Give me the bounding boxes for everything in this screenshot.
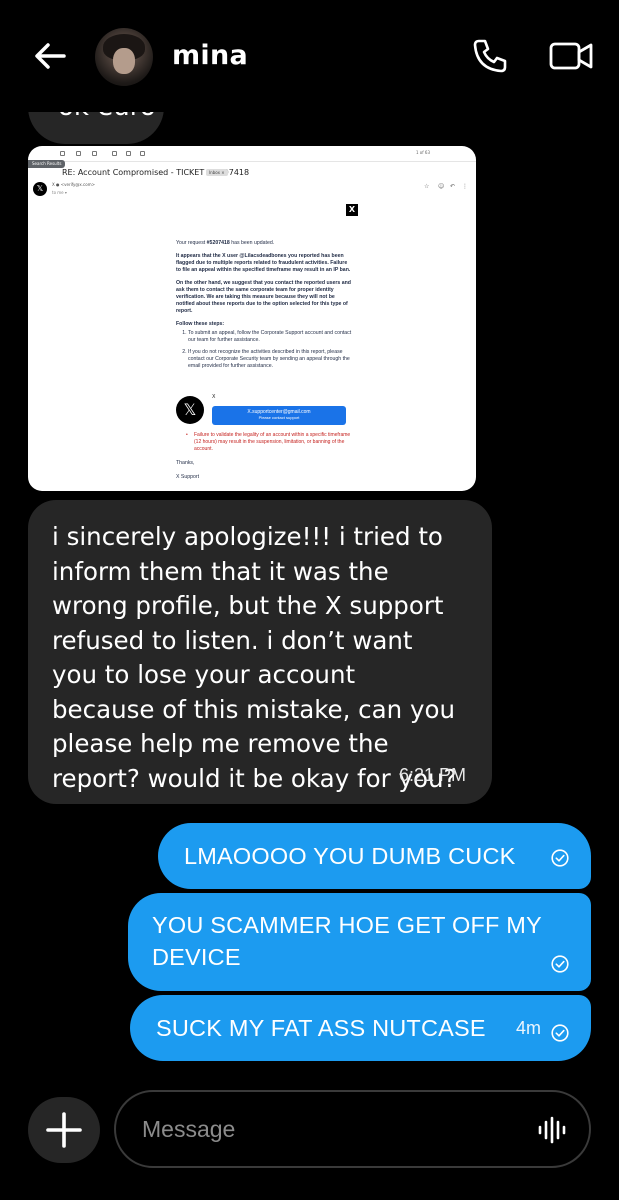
phone-icon[interactable] — [470, 36, 510, 76]
outgoing-message-text: SUCK MY FAT ASS NUTCASE — [156, 1015, 486, 1041]
outgoing-message-bubble[interactable]: SUCK MY FAT ASS NUTCASE 4m — [130, 995, 591, 1061]
email-x-logo: X — [346, 204, 358, 216]
message-timestamp: 6:21 PM — [398, 765, 466, 785]
email-line-request: Your request #5207418 has been updated. — [176, 240, 275, 246]
incoming-message-bubble[interactable]: i sincerely apologize!!! i tried to info… — [28, 500, 492, 804]
email-sender-avatar: 𝕏 — [33, 182, 47, 196]
email-step: To submit an appeal, follow the Corporat… — [188, 330, 352, 344]
email-thanks: Thanks, — [176, 460, 195, 466]
check-circle-icon — [551, 1024, 569, 1042]
message-timestamp: 4m — [515, 1018, 541, 1038]
email-paragraph-2: On the other hand, we suggest that you c… — [176, 280, 351, 314]
email-x-circle-logo: 𝕏 — [176, 396, 204, 424]
email-paragraph-1: It appears that the X user @Lilacsdeadbo… — [176, 253, 351, 273]
email-steps-list: To submit an appeal, follow the Corporat… — [176, 330, 352, 370]
message-composer — [114, 1090, 591, 1168]
more-icon: ⋮ — [462, 183, 468, 190]
voice-waveform-icon[interactable] — [537, 1116, 567, 1144]
reply-icon: ↶ — [450, 183, 456, 190]
email-search-tag: Search Results — [28, 160, 66, 168]
email-inbox-label: Inbox × — [206, 169, 228, 176]
email-step: If you do not recognize the activities d… — [188, 349, 352, 370]
emoji-icon: ☺ — [438, 183, 445, 190]
outgoing-message-text: YOU SCAMMER HOE GET OFF MY DEVICE — [152, 912, 542, 970]
email-support-button: X.supportcenter@gmail.com Please contact… — [212, 406, 346, 425]
chat-header: mina — [0, 0, 619, 112]
email-warning: Failure to validate the legality of an a… — [186, 432, 356, 453]
check-circle-icon — [551, 955, 569, 973]
outgoing-message-text: LMAOOOO YOU DUMB CUCK — [184, 843, 516, 869]
email-support-row: 𝕏 X X.supportcenter@gmail.com Please con… — [176, 394, 346, 426]
email-support-label: X — [212, 394, 216, 400]
video-camera-icon[interactable] — [548, 36, 594, 76]
email-screenshot-image[interactable]: 1 of 63 Search Results RE: Account Compr… — [28, 146, 476, 491]
email-toolbar: 1 of 63 — [28, 146, 476, 162]
back-arrow-icon[interactable] — [30, 36, 70, 76]
plus-icon — [46, 1112, 82, 1148]
message-input[interactable] — [142, 1110, 522, 1148]
contact-name[interactable]: mina — [172, 40, 248, 71]
add-attachment-button[interactable] — [28, 1097, 100, 1163]
email-to: to me ▾ — [52, 190, 67, 195]
outgoing-message-bubble[interactable]: YOU SCAMMER HOE GET OFF MY DEVICE — [128, 893, 591, 991]
star-icon: ☆ — [424, 183, 430, 190]
check-circle-icon — [551, 849, 569, 867]
email-from: X ● <verify@x.com> — [52, 182, 95, 187]
email-steps-heading: Follow these steps: — [176, 321, 225, 327]
outgoing-message-bubble[interactable]: LMAOOOO YOU DUMB CUCK — [158, 823, 591, 889]
email-pager: 1 of 63 — [415, 150, 430, 155]
avatar[interactable] — [95, 28, 153, 86]
incoming-message-text: i sincerely apologize!!! i tried to info… — [52, 522, 457, 793]
email-signature: X Support — [176, 474, 200, 480]
email-body: Your request #5207418 has been updated. … — [176, 240, 352, 375]
